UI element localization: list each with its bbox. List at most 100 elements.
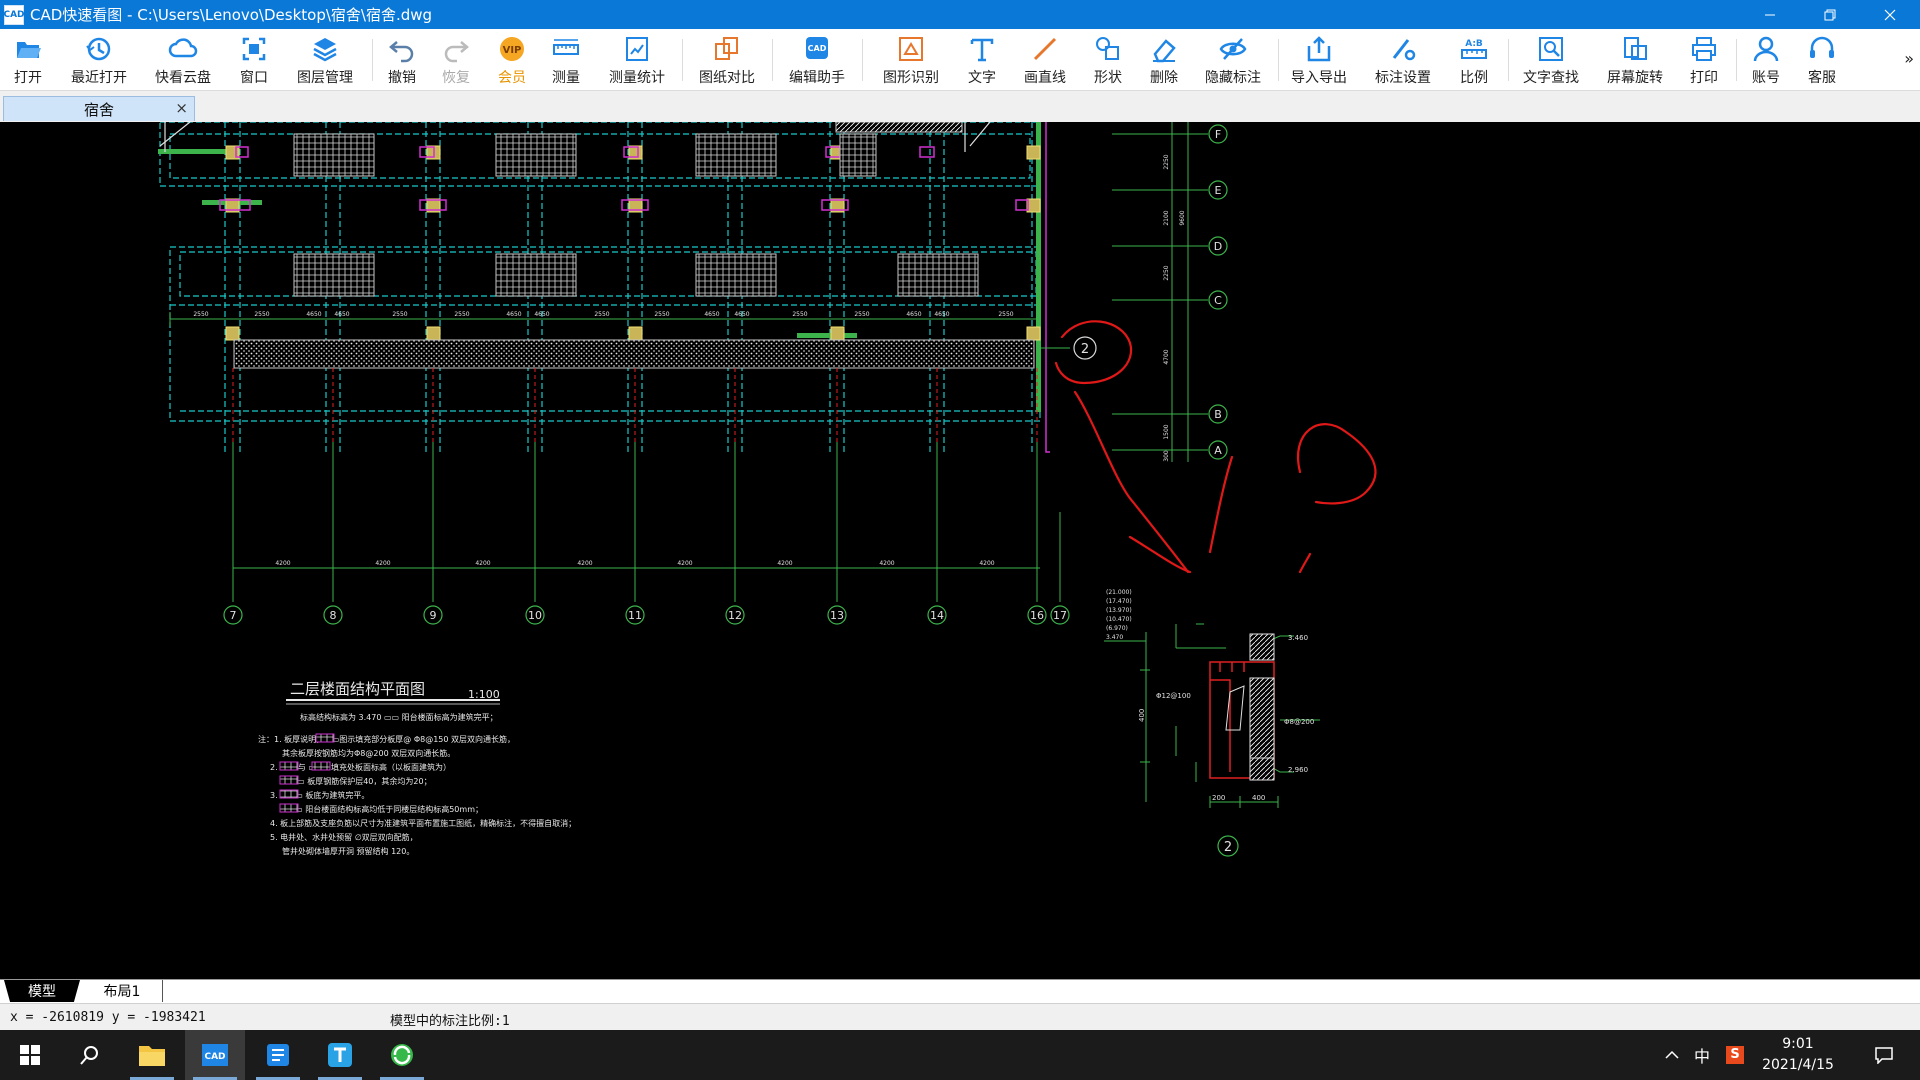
shape-recognition-button[interactable]: 图形识别: [876, 32, 946, 88]
start-icon: [20, 1045, 40, 1065]
eraser-icon: [1153, 39, 1176, 63]
customer-service-label: 客服: [1808, 70, 1836, 86]
tab-layout1[interactable]: 布局1: [82, 980, 163, 1002]
edit-assistant-button[interactable]: CAD 编辑助手: [782, 32, 852, 88]
search-button[interactable]: [60, 1030, 120, 1080]
vip-label: 会员: [498, 70, 526, 86]
row-axis-label: A: [1214, 444, 1222, 457]
dimension-row-texts: 2550 2550 4650 4650 2550 2550 4650 4650 2550 2550…: [193, 311, 1013, 318]
hide-annotation-button[interactable]: 隐藏标注: [1198, 32, 1268, 88]
taskbar-document-app[interactable]: [248, 1030, 308, 1080]
note-line: 其余板厚按钢筋均为Φ8@200 双层双向通长筋。: [282, 748, 455, 758]
layer-manager-button[interactable]: 图层管理: [290, 32, 360, 88]
redo-button[interactable]: 恢复: [434, 32, 478, 88]
cloud-disk-button[interactable]: 快看云盘: [148, 32, 218, 88]
toolbar-more-button[interactable]: »: [1904, 49, 1914, 68]
taskbar-text-app[interactable]: [310, 1030, 370, 1080]
clock-time: 9:01: [1782, 1036, 1814, 1052]
text-label: 文字: [968, 70, 996, 86]
tab-model[interactable]: 模型: [4, 980, 80, 1002]
draw-line-button[interactable]: 画直线: [1018, 32, 1072, 88]
drawing-compare-label: 图纸对比: [699, 70, 755, 86]
dimension-row-text: 4650: [734, 311, 749, 318]
window-button[interactable]: 窗口: [232, 32, 276, 88]
measure-button[interactable]: 测量: [544, 32, 588, 88]
annotation-settings-button[interactable]: 标注设置: [1368, 32, 1438, 88]
document-tab-bar: 宿舍 ×: [0, 91, 1920, 123]
scale-icon: A:B: [1461, 39, 1487, 59]
delete-label: 删除: [1150, 70, 1178, 86]
svg-text:A:B: A:B: [1465, 39, 1483, 49]
start-button[interactable]: [0, 1030, 60, 1080]
system-clock[interactable]: 9:01 2021/4/15: [1758, 1034, 1838, 1076]
measure-stats-button[interactable]: 测量统计: [602, 32, 672, 88]
dimension-row-text: 4650: [534, 311, 549, 318]
title-bar: CAD CAD快速看图 - C:\Users\Lenovo\Desktop\宿舍…: [0, 0, 1920, 29]
shape-button[interactable]: 形状: [1086, 32, 1130, 88]
minimize-icon: [1765, 14, 1775, 15]
note-line: ▭▭▭ 阳台楼面结构标高均低于同楼层结构标高50mm；: [280, 804, 483, 814]
text-button[interactable]: 文字: [960, 32, 1004, 88]
restore-button[interactable]: [1800, 0, 1860, 29]
cad-viewer-icon: CAD: [202, 1044, 228, 1066]
document-tab[interactable]: 宿舍 ×: [3, 96, 195, 121]
section-dim-left: 200: [1212, 794, 1225, 802]
bottom-dimension-text: 4200: [777, 560, 792, 567]
sogou-ime-icon[interactable]: S: [1720, 1030, 1750, 1080]
drawing-compare-button[interactable]: 图纸对比: [692, 32, 762, 88]
open-button[interactable]: 打开: [6, 32, 50, 88]
screen-rotate-button[interactable]: 屏幕旋转: [1600, 32, 1670, 88]
right-dimension-text: 2250: [1163, 265, 1170, 280]
restore-icon: [1824, 9, 1836, 20]
row-axis-label: C: [1214, 294, 1222, 307]
print-label: 打印: [1690, 70, 1718, 86]
ime-indicator[interactable]: 中: [1688, 1030, 1716, 1080]
bottom-dimension-text: 4200: [879, 560, 894, 567]
import-export-icon: [1307, 36, 1331, 62]
rotate-icon: [1624, 37, 1647, 60]
document-tab-label: 宿舍: [83, 100, 114, 119]
tray-chevron[interactable]: [1658, 1030, 1686, 1080]
minimize-button[interactable]: [1740, 0, 1800, 29]
dimension-row-text: 4650: [934, 311, 949, 318]
close-tab-icon[interactable]: ×: [175, 99, 188, 117]
printer-icon: [1692, 37, 1716, 61]
note-line: 管井处砌体墙厚开洞 预留结构 120。: [282, 846, 414, 856]
rebar-right-label: Φ8@200: [1284, 718, 1314, 726]
close-button[interactable]: [1860, 0, 1920, 29]
vip-button[interactable]: VIP 会员: [490, 32, 534, 88]
section-dim-right: 400: [1252, 794, 1265, 802]
browser-icon: [391, 1044, 413, 1066]
print-button[interactable]: 打印: [1682, 32, 1726, 88]
notification-button[interactable]: [1864, 1030, 1904, 1080]
dimension-row-text: 4650: [506, 311, 521, 318]
text-search-button[interactable]: 文字查找: [1516, 32, 1586, 88]
window-title: CAD快速看图 - C:\Users\Lenovo\Desktop\宿舍\宿舍.…: [30, 6, 433, 24]
svg-text:CAD: CAD: [808, 44, 827, 53]
edit-assistant-icon: CAD: [806, 37, 828, 59]
customer-service-button[interactable]: 客服: [1800, 32, 1844, 88]
cad-drawing: 2550 2550 4650 4650 2550 2550 4650 4650 2550 2550…: [158, 122, 1377, 857]
taskbar-file-explorer[interactable]: [122, 1030, 182, 1080]
ruler-icon: [553, 39, 579, 55]
import-export-button[interactable]: 导入导出: [1284, 32, 1354, 88]
right-dimension-text: 1500: [1163, 424, 1170, 439]
cloud-icon: [168, 38, 198, 58]
shape-label: 形状: [1094, 70, 1122, 86]
dimension-row-text: 4650: [906, 311, 921, 318]
recent-open-button[interactable]: 最近打开: [64, 32, 134, 88]
redo-label: 恢复: [442, 70, 470, 86]
import-export-label: 导入导出: [1291, 70, 1347, 86]
taskbar-cad-viewer[interactable]: CAD: [185, 1030, 245, 1080]
undo-button[interactable]: 撤销: [380, 32, 424, 88]
column-axis-label: 13: [830, 609, 844, 622]
right-dimension-text: 4700: [1163, 349, 1170, 364]
measure-stats-label: 测量统计: [609, 70, 665, 86]
dimension-row-text: 2550: [454, 311, 469, 318]
account-button[interactable]: 账号: [1744, 32, 1788, 88]
document-app-icon: [267, 1044, 289, 1066]
drawing-canvas[interactable]: 2550 2550 4650 4650 2550 2550 4650 4650 2550 2550…: [0, 122, 1920, 979]
delete-button[interactable]: 删除: [1142, 32, 1186, 88]
scale-button[interactable]: A:B 比例: [1452, 32, 1496, 88]
taskbar-browser[interactable]: [372, 1030, 432, 1080]
